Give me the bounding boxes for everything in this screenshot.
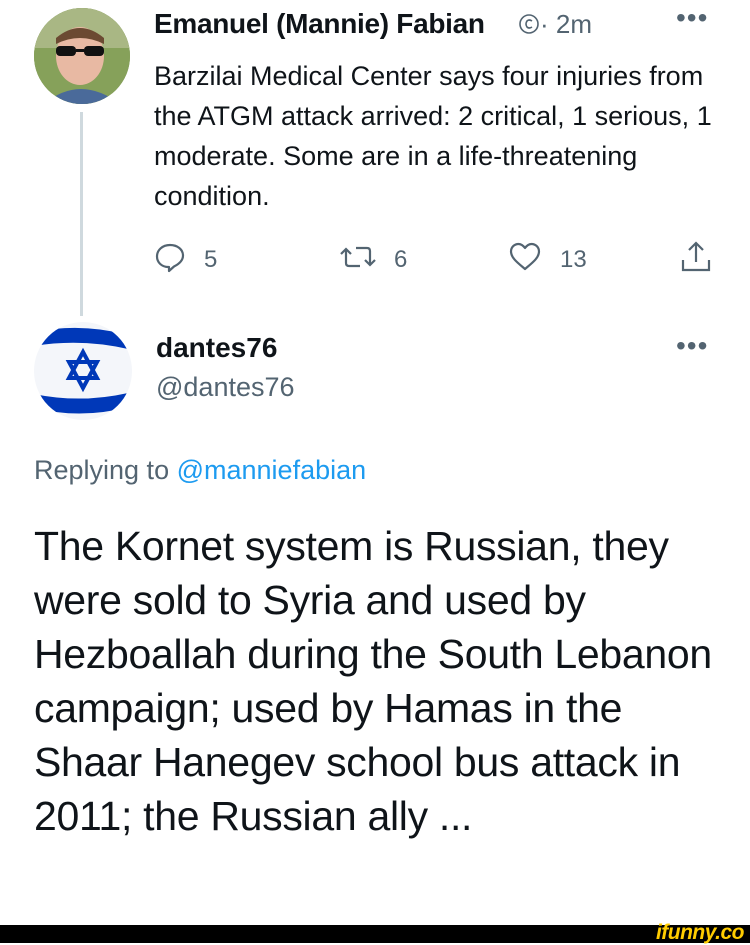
verified-icon — [518, 11, 540, 42]
reply-icon — [154, 241, 186, 280]
avatar-photo — [34, 8, 130, 104]
author-handle[interactable]: @dantes76 — [156, 372, 295, 403]
replying-prefix: Replying to — [34, 455, 170, 485]
timestamp: · 2m — [540, 9, 592, 39]
ifunny-watermark: ifunny.co — [655, 921, 745, 944]
replying-to: Replying to @manniefabian — [34, 455, 366, 486]
tweet-meta: · 2m — [518, 9, 592, 42]
share-button[interactable] — [680, 240, 712, 280]
israel-flag-icon — [34, 322, 132, 420]
retweet-icon — [340, 241, 376, 280]
tweet-text: Barzilai Medical Center says four injuri… — [154, 61, 712, 211]
more-options-icon[interactable]: ••• — [676, 2, 708, 34]
thread-line — [80, 112, 83, 316]
author-name[interactable]: Emanuel (Mannie) Fabian — [154, 8, 485, 40]
tweet-text: The Kornet system is Russian, they were … — [34, 523, 712, 839]
reply-to-mention-link[interactable]: @manniefabian — [177, 455, 367, 485]
author-name[interactable]: dantes76 — [156, 332, 277, 364]
reply-button[interactable]: 5 — [154, 240, 217, 280]
reply-count: 5 — [204, 246, 218, 273]
watermark-bar — [0, 925, 750, 943]
retweet-button[interactable]: 6 — [340, 240, 407, 280]
author-avatar[interactable] — [34, 322, 132, 420]
like-button[interactable]: 13 — [508, 240, 587, 280]
more-options-icon[interactable]: ••• — [676, 330, 708, 362]
like-count: 13 — [560, 246, 587, 273]
author-avatar[interactable] — [34, 8, 130, 104]
heart-icon — [508, 241, 542, 280]
share-icon — [680, 240, 712, 281]
retweet-count: 6 — [394, 246, 408, 273]
